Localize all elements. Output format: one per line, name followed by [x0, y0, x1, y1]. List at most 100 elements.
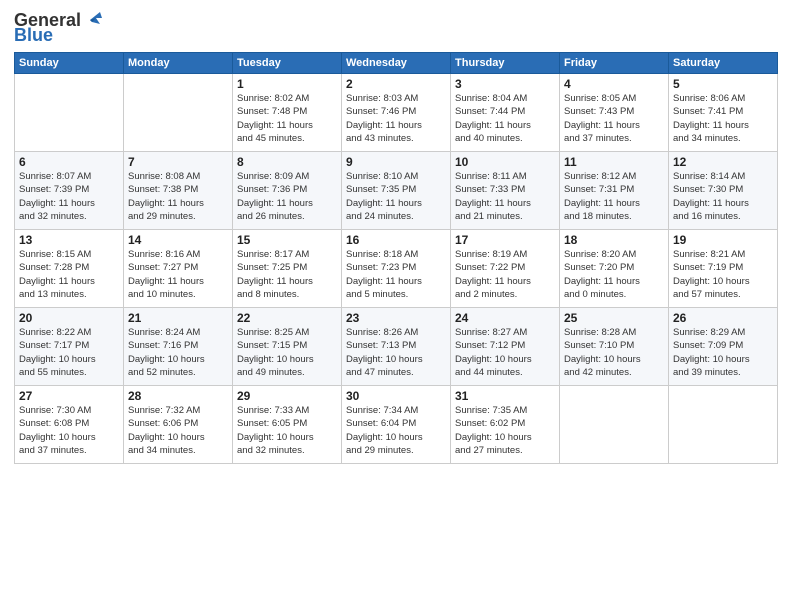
calendar-cell: 13Sunrise: 8:15 AMSunset: 7:28 PMDayligh… — [15, 230, 124, 308]
weekday-header-tuesday: Tuesday — [233, 53, 342, 74]
day-number: 13 — [19, 233, 119, 247]
day-info: Sunrise: 8:22 AMSunset: 7:17 PMDaylight:… — [19, 326, 119, 379]
calendar-table: SundayMondayTuesdayWednesdayThursdayFrid… — [14, 52, 778, 464]
weekday-header-wednesday: Wednesday — [342, 53, 451, 74]
day-number: 9 — [346, 155, 446, 169]
day-number: 27 — [19, 389, 119, 403]
day-info: Sunrise: 7:30 AMSunset: 6:08 PMDaylight:… — [19, 404, 119, 457]
calendar-cell: 27Sunrise: 7:30 AMSunset: 6:08 PMDayligh… — [15, 386, 124, 464]
week-row-3: 13Sunrise: 8:15 AMSunset: 7:28 PMDayligh… — [15, 230, 778, 308]
day-info: Sunrise: 8:24 AMSunset: 7:16 PMDaylight:… — [128, 326, 228, 379]
day-info: Sunrise: 8:07 AMSunset: 7:39 PMDaylight:… — [19, 170, 119, 223]
day-info: Sunrise: 8:27 AMSunset: 7:12 PMDaylight:… — [455, 326, 555, 379]
day-info: Sunrise: 7:33 AMSunset: 6:05 PMDaylight:… — [237, 404, 337, 457]
calendar-cell: 5Sunrise: 8:06 AMSunset: 7:41 PMDaylight… — [669, 74, 778, 152]
week-row-2: 6Sunrise: 8:07 AMSunset: 7:39 PMDaylight… — [15, 152, 778, 230]
calendar-cell — [124, 74, 233, 152]
calendar-cell: 6Sunrise: 8:07 AMSunset: 7:39 PMDaylight… — [15, 152, 124, 230]
day-info: Sunrise: 8:11 AMSunset: 7:33 PMDaylight:… — [455, 170, 555, 223]
weekday-header-sunday: Sunday — [15, 53, 124, 74]
calendar-cell: 14Sunrise: 8:16 AMSunset: 7:27 PMDayligh… — [124, 230, 233, 308]
calendar-cell — [560, 386, 669, 464]
day-number: 24 — [455, 311, 555, 325]
logo-bird-icon — [82, 8, 104, 30]
day-number: 25 — [564, 311, 664, 325]
calendar-cell: 30Sunrise: 7:34 AMSunset: 6:04 PMDayligh… — [342, 386, 451, 464]
day-info: Sunrise: 7:34 AMSunset: 6:04 PMDaylight:… — [346, 404, 446, 457]
day-number: 1 — [237, 77, 337, 91]
day-number: 11 — [564, 155, 664, 169]
header: General Blue — [14, 10, 778, 44]
weekday-header-friday: Friday — [560, 53, 669, 74]
day-info: Sunrise: 8:09 AMSunset: 7:36 PMDaylight:… — [237, 170, 337, 223]
day-number: 28 — [128, 389, 228, 403]
day-info: Sunrise: 8:16 AMSunset: 7:27 PMDaylight:… — [128, 248, 228, 301]
day-info: Sunrise: 8:08 AMSunset: 7:38 PMDaylight:… — [128, 170, 228, 223]
day-info: Sunrise: 8:04 AMSunset: 7:44 PMDaylight:… — [455, 92, 555, 145]
weekday-header-saturday: Saturday — [669, 53, 778, 74]
day-info: Sunrise: 8:15 AMSunset: 7:28 PMDaylight:… — [19, 248, 119, 301]
day-number: 14 — [128, 233, 228, 247]
calendar-cell: 28Sunrise: 7:32 AMSunset: 6:06 PMDayligh… — [124, 386, 233, 464]
day-info: Sunrise: 8:12 AMSunset: 7:31 PMDaylight:… — [564, 170, 664, 223]
calendar-cell: 4Sunrise: 8:05 AMSunset: 7:43 PMDaylight… — [560, 74, 669, 152]
calendar-cell: 19Sunrise: 8:21 AMSunset: 7:19 PMDayligh… — [669, 230, 778, 308]
day-number: 17 — [455, 233, 555, 247]
day-number: 29 — [237, 389, 337, 403]
calendar-cell: 2Sunrise: 8:03 AMSunset: 7:46 PMDaylight… — [342, 74, 451, 152]
day-info: Sunrise: 8:29 AMSunset: 7:09 PMDaylight:… — [673, 326, 773, 379]
day-number: 30 — [346, 389, 446, 403]
day-info: Sunrise: 8:14 AMSunset: 7:30 PMDaylight:… — [673, 170, 773, 223]
day-number: 4 — [564, 77, 664, 91]
day-number: 23 — [346, 311, 446, 325]
calendar-cell: 9Sunrise: 8:10 AMSunset: 7:35 PMDaylight… — [342, 152, 451, 230]
day-info: Sunrise: 8:06 AMSunset: 7:41 PMDaylight:… — [673, 92, 773, 145]
day-number: 5 — [673, 77, 773, 91]
day-info: Sunrise: 8:26 AMSunset: 7:13 PMDaylight:… — [346, 326, 446, 379]
day-info: Sunrise: 8:21 AMSunset: 7:19 PMDaylight:… — [673, 248, 773, 301]
calendar-cell: 11Sunrise: 8:12 AMSunset: 7:31 PMDayligh… — [560, 152, 669, 230]
day-number: 7 — [128, 155, 228, 169]
day-number: 6 — [19, 155, 119, 169]
day-info: Sunrise: 8:20 AMSunset: 7:20 PMDaylight:… — [564, 248, 664, 301]
calendar-cell: 15Sunrise: 8:17 AMSunset: 7:25 PMDayligh… — [233, 230, 342, 308]
calendar-cell: 31Sunrise: 7:35 AMSunset: 6:02 PMDayligh… — [451, 386, 560, 464]
weekday-header-row: SundayMondayTuesdayWednesdayThursdayFrid… — [15, 53, 778, 74]
day-number: 3 — [455, 77, 555, 91]
day-number: 18 — [564, 233, 664, 247]
calendar-cell: 18Sunrise: 8:20 AMSunset: 7:20 PMDayligh… — [560, 230, 669, 308]
week-row-4: 20Sunrise: 8:22 AMSunset: 7:17 PMDayligh… — [15, 308, 778, 386]
calendar-cell: 8Sunrise: 8:09 AMSunset: 7:36 PMDaylight… — [233, 152, 342, 230]
day-info: Sunrise: 8:05 AMSunset: 7:43 PMDaylight:… — [564, 92, 664, 145]
calendar-cell: 26Sunrise: 8:29 AMSunset: 7:09 PMDayligh… — [669, 308, 778, 386]
calendar-cell: 25Sunrise: 8:28 AMSunset: 7:10 PMDayligh… — [560, 308, 669, 386]
calendar-cell: 21Sunrise: 8:24 AMSunset: 7:16 PMDayligh… — [124, 308, 233, 386]
day-number: 2 — [346, 77, 446, 91]
day-info: Sunrise: 8:28 AMSunset: 7:10 PMDaylight:… — [564, 326, 664, 379]
calendar-cell: 16Sunrise: 8:18 AMSunset: 7:23 PMDayligh… — [342, 230, 451, 308]
day-number: 22 — [237, 311, 337, 325]
day-info: Sunrise: 8:25 AMSunset: 7:15 PMDaylight:… — [237, 326, 337, 379]
calendar-cell: 29Sunrise: 7:33 AMSunset: 6:05 PMDayligh… — [233, 386, 342, 464]
calendar-cell: 3Sunrise: 8:04 AMSunset: 7:44 PMDaylight… — [451, 74, 560, 152]
day-info: Sunrise: 8:02 AMSunset: 7:48 PMDaylight:… — [237, 92, 337, 145]
calendar-cell: 24Sunrise: 8:27 AMSunset: 7:12 PMDayligh… — [451, 308, 560, 386]
day-info: Sunrise: 8:03 AMSunset: 7:46 PMDaylight:… — [346, 92, 446, 145]
calendar-cell: 1Sunrise: 8:02 AMSunset: 7:48 PMDaylight… — [233, 74, 342, 152]
calendar-cell: 7Sunrise: 8:08 AMSunset: 7:38 PMDaylight… — [124, 152, 233, 230]
day-number: 19 — [673, 233, 773, 247]
calendar-cell: 17Sunrise: 8:19 AMSunset: 7:22 PMDayligh… — [451, 230, 560, 308]
logo: General Blue — [14, 10, 104, 44]
logo-text-blue: Blue — [14, 26, 53, 44]
day-info: Sunrise: 8:17 AMSunset: 7:25 PMDaylight:… — [237, 248, 337, 301]
day-info: Sunrise: 7:32 AMSunset: 6:06 PMDaylight:… — [128, 404, 228, 457]
weekday-header-thursday: Thursday — [451, 53, 560, 74]
day-number: 12 — [673, 155, 773, 169]
calendar-page: General Blue SundayMondayTuesdayWednesda… — [0, 0, 792, 612]
day-number: 15 — [237, 233, 337, 247]
day-info: Sunrise: 8:10 AMSunset: 7:35 PMDaylight:… — [346, 170, 446, 223]
day-number: 31 — [455, 389, 555, 403]
calendar-cell: 20Sunrise: 8:22 AMSunset: 7:17 PMDayligh… — [15, 308, 124, 386]
day-number: 16 — [346, 233, 446, 247]
calendar-cell — [669, 386, 778, 464]
